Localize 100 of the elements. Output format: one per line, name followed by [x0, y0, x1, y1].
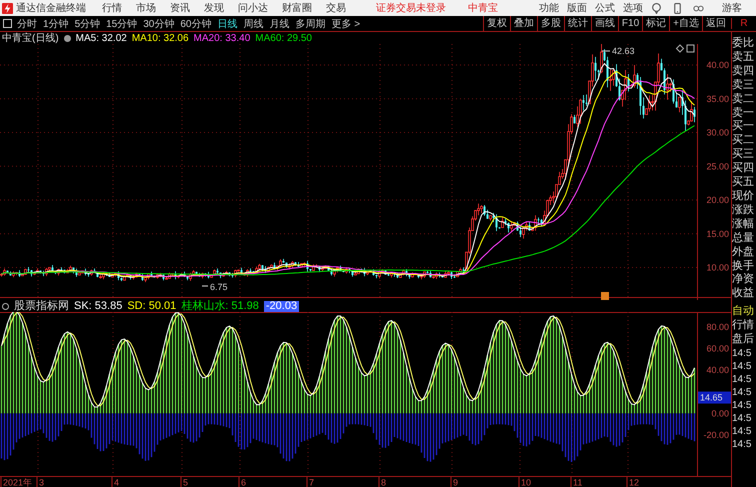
logo-icon: [2, 2, 13, 14]
indicator-reading: -20.03: [264, 300, 300, 312]
menu-item[interactable]: 行情: [102, 1, 122, 15]
menu-item[interactable]: 财富圈: [282, 1, 312, 15]
window-icon[interactable]: [686, 44, 694, 52]
menu-item[interactable]: 资讯: [170, 1, 190, 15]
login-status[interactable]: 证券交易未登录: [376, 1, 446, 15]
indicator-reading: 桂林山水: 51.98: [181, 300, 259, 312]
period-tab[interactable]: 60分钟: [180, 16, 212, 30]
time-label: 14:5: [732, 398, 752, 412]
period-tab[interactable]: 1分钟: [43, 16, 69, 30]
corner-label: R: [731, 18, 756, 29]
axis-label: 8: [381, 478, 386, 487]
toolbar-button[interactable]: +自选: [669, 16, 702, 31]
menu-item[interactable]: 公式: [595, 1, 615, 15]
ma-reading: MA10: 32.06: [132, 32, 189, 44]
settings-icon[interactable]: [2, 302, 9, 310]
quote-label: 涨跌: [732, 204, 755, 218]
chart-title: 中青宝(日线): [2, 32, 59, 45]
ma-reading: MA60: 29.50: [255, 32, 312, 44]
axis-label: 15.00: [706, 228, 729, 239]
quote-label: 换手: [732, 260, 755, 273]
mode-label[interactable]: 自动: [732, 305, 756, 320]
indicator-reading: SD: 50.01: [127, 300, 176, 312]
axis-label: 0.00: [711, 408, 729, 418]
app-title: 通达信金融终端: [16, 2, 86, 15]
axis-label: 10: [521, 478, 532, 487]
indicator-reading: SK: 53.85: [74, 300, 122, 312]
time-label: 14:5: [732, 372, 752, 386]
axis-label: 40.00: [706, 365, 729, 376]
quote-label: 涨幅: [732, 218, 755, 232]
toolbar-button[interactable]: 叠加: [510, 16, 537, 31]
panel-toggle-icon[interactable]: [3, 19, 12, 28]
phone-icon[interactable]: [672, 2, 683, 14]
panel-tab[interactable]: 行情: [732, 319, 756, 334]
toolbar-button[interactable]: 返回: [702, 16, 729, 31]
toolbar-button[interactable]: 多股: [536, 16, 564, 31]
time-label: 14:5: [732, 386, 752, 399]
period-tab[interactable]: 分时: [17, 16, 37, 30]
axis-label: 10.00: [706, 262, 729, 272]
quote-label: 买五: [732, 176, 755, 190]
menu-item[interactable]: 问小达: [238, 1, 268, 15]
axis-label: 20.00: [706, 195, 729, 205]
quote-label: 买三: [732, 148, 755, 162]
axis-label: 80.00: [706, 322, 729, 332]
axis-label: 40.00: [706, 60, 729, 70]
axis-label: 2021年: [3, 478, 32, 487]
quote-label: 卖三: [732, 78, 755, 93]
menu-item[interactable]: 交易: [326, 1, 346, 15]
leader-line: [602, 50, 610, 52]
period-tab[interactable]: 5分钟: [74, 16, 100, 30]
menu-item[interactable]: 发现: [204, 1, 224, 15]
toolbar-button[interactable]: 统计: [564, 16, 591, 31]
price-label: 42.63: [612, 46, 635, 56]
axis-label: 4: [114, 478, 120, 487]
quote-label: 卖四: [732, 64, 755, 79]
quote-label: 卖五: [732, 50, 755, 65]
axis-label: 5: [183, 478, 188, 487]
quote-label: 委比: [732, 37, 755, 51]
axis-label: 11: [573, 478, 582, 487]
quote-label: 卖一: [732, 106, 755, 120]
axis-label: 12: [629, 478, 640, 487]
period-tab[interactable]: 更多 >: [332, 16, 360, 30]
ma-reading: MA20: 33.40: [194, 32, 250, 44]
price-label: 6.75: [210, 282, 228, 292]
stock-name: 中青宝: [468, 2, 498, 15]
quote-label: 外盘: [732, 246, 755, 260]
axis-label: 30.00: [706, 128, 729, 138]
period-tab[interactable]: 15分钟: [106, 16, 138, 30]
menu-item[interactable]: 功能: [539, 1, 559, 15]
time-label: 14:5: [732, 360, 752, 373]
toolbar-button[interactable]: 画线: [590, 16, 618, 31]
axis-label: 25.00: [706, 161, 729, 172]
user-name[interactable]: 游客: [722, 1, 742, 15]
time-label: 14:5: [732, 346, 752, 360]
quote-label: 买一: [732, 120, 755, 134]
period-tab[interactable]: 月线: [270, 16, 290, 30]
menu-item[interactable]: 选项: [623, 1, 643, 15]
period-tab[interactable]: 30分钟: [143, 16, 174, 30]
settings-icon[interactable]: [64, 34, 71, 42]
menu-item[interactable]: 版面: [567, 1, 587, 15]
current-value-label: 14.65: [698, 392, 731, 404]
marker-icon: [601, 292, 609, 300]
axis-label: 7: [309, 478, 314, 487]
axis-label: 6: [241, 478, 246, 487]
period-tab[interactable]: 日线: [218, 16, 238, 30]
axis-label: 35.00: [706, 94, 729, 104]
axis-label: 9: [453, 478, 458, 487]
indicator-name: 股票指标网: [14, 300, 69, 312]
period-tab[interactable]: 周线: [244, 16, 264, 30]
time-label: 14:5: [732, 412, 752, 425]
toolbar-button[interactable]: F10: [618, 16, 642, 31]
quote-label: 现价: [732, 190, 755, 204]
menu-item[interactable]: 市场: [136, 1, 156, 15]
toolbar-button[interactable]: 标记: [642, 16, 670, 31]
period-tab[interactable]: 多周期: [296, 16, 326, 30]
panel-tab[interactable]: 盘后: [732, 333, 756, 347]
toolbar-button[interactable]: 复权: [482, 16, 510, 31]
ma-reading: MA5: 32.02: [76, 32, 127, 44]
diamond-icon[interactable]: [676, 44, 684, 53]
